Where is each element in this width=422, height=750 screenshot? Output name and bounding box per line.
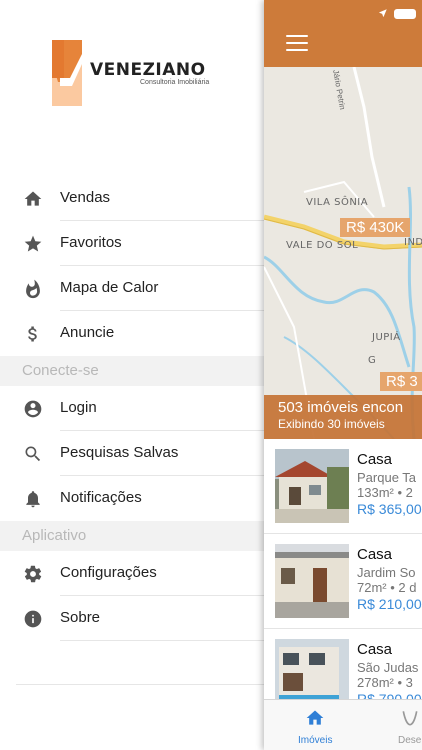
main-panel[interactable]: Jário Petrin VILA SÔNIA VALE DO SOL IND …: [264, 0, 422, 750]
menu-item-label: Vendas: [60, 189, 111, 206]
home-icon: [306, 710, 324, 725]
wish-icon: [402, 711, 418, 726]
hamburger-menu-icon[interactable]: [286, 35, 308, 51]
drawer-divider: [16, 684, 264, 685]
flame-icon: [22, 278, 44, 300]
location-arrow-icon: [378, 5, 388, 23]
listing-location: São Judas: [357, 660, 419, 675]
logo-brand: VENEZIANO: [90, 60, 206, 80]
menu-item-pesquisas-salvas[interactable]: Pesquisas Salvas: [0, 431, 264, 476]
dollar-icon: [22, 323, 44, 345]
map-area-label: JUPIÁ: [372, 332, 401, 343]
tab-desejos[interactable]: Dese: [398, 708, 421, 746]
tab-bar: Imóveis Dese: [264, 699, 422, 750]
map-view[interactable]: Jário Petrin VILA SÔNIA VALE DO SOL IND …: [264, 67, 422, 439]
logo-tagline: Consultoria Imobiliária: [140, 79, 210, 86]
menu-item-label: Sobre: [60, 609, 101, 626]
tab-imoveis[interactable]: Imóveis: [298, 708, 332, 746]
listing-price: R$ 210,00: [357, 596, 422, 612]
listing-specs: 72m² • 2 d: [357, 580, 417, 595]
map-area-label: G: [368, 355, 377, 366]
section-title: Aplicativo: [22, 527, 87, 544]
section-header-conecte-se: Conecte-se: [0, 356, 264, 386]
menu-item-label: Pesquisas Salvas: [60, 444, 179, 461]
listing-location: Jardim So: [357, 565, 416, 580]
info-icon: [22, 608, 44, 630]
home-icon: [22, 188, 44, 210]
app-root: VENEZIANO Consultoria Imobiliária Vendas…: [0, 0, 422, 750]
map-area-label: IND: [404, 237, 422, 248]
map-price-marker[interactable]: R$ 3: [380, 372, 422, 391]
listing-specs: 278m² • 3: [357, 675, 413, 690]
listing-card[interactable]: Casa Jardim So 72m² • 2 d R$ 210,00: [264, 534, 422, 629]
listing-specs: 133m² • 2: [357, 485, 413, 500]
menu-item-label: Login: [60, 399, 97, 416]
drawer-menu: Vendas Favoritos Mapa de Calor Anuncie C…: [0, 176, 264, 641]
menu-item-anuncie[interactable]: Anuncie: [0, 311, 264, 356]
map-area-label: VALE DO SOL: [286, 240, 359, 251]
menu-item-vendas[interactable]: Vendas: [0, 176, 264, 221]
logo: VENEZIANO Consultoria Imobiliária: [52, 40, 222, 106]
menu-item-mapa-de-calor[interactable]: Mapa de Calor: [0, 266, 264, 311]
listing-title: Casa: [357, 641, 393, 658]
menu-item-label: Notificações: [60, 489, 142, 506]
menu-item-sobre[interactable]: Sobre: [0, 596, 264, 641]
listing-photo: [275, 449, 349, 523]
logo-mark: [52, 40, 82, 106]
gear-icon: [22, 563, 44, 585]
map-price-marker[interactable]: R$ 430K: [340, 218, 411, 237]
results-count: 503 imóveis encon: [278, 399, 404, 416]
menu-item-label: Anuncie: [60, 324, 115, 341]
listing-photo: [275, 544, 349, 618]
account-icon: [22, 398, 44, 420]
status-bar: [378, 5, 416, 23]
listing-list: Casa Parque Ta 133m² • 2 R$ 365,00 Casa …: [264, 439, 422, 724]
side-drawer: VENEZIANO Consultoria Imobiliária Vendas…: [0, 0, 264, 750]
results-showing: Exibindo 30 imóveis: [278, 417, 385, 431]
map-area-label: VILA SÔNIA: [306, 197, 369, 208]
listing-title: Casa: [357, 451, 393, 468]
tab-label: Dese: [398, 735, 422, 746]
listing-location: Parque Ta: [357, 470, 417, 485]
menu-item-configuracoes[interactable]: Configurações: [0, 551, 264, 596]
listing-price: R$ 365,00: [357, 501, 422, 517]
section-header-aplicativo: Aplicativo: [0, 521, 264, 551]
nav-bar: [264, 0, 422, 67]
menu-item-notificacoes[interactable]: Notificações: [0, 476, 264, 521]
menu-item-favoritos[interactable]: Favoritos: [0, 221, 264, 266]
menu-item-label: Mapa de Calor: [60, 279, 159, 296]
star-icon: [22, 233, 44, 255]
bell-icon: [22, 488, 44, 510]
listing-card[interactable]: Casa Parque Ta 133m² • 2 R$ 365,00: [264, 439, 422, 534]
listing-title: Casa: [357, 546, 393, 563]
menu-item-label: Favoritos: [60, 234, 122, 251]
menu-item-label: Configurações: [60, 564, 157, 581]
battery-icon: [394, 9, 416, 19]
results-summary: 503 imóveis encon Exibindo 30 imóveis: [264, 395, 422, 439]
section-title: Conecte-se: [22, 362, 99, 379]
tab-label: Imóveis: [298, 735, 333, 746]
search-icon: [22, 443, 44, 465]
menu-item-login[interactable]: Login: [0, 386, 264, 431]
